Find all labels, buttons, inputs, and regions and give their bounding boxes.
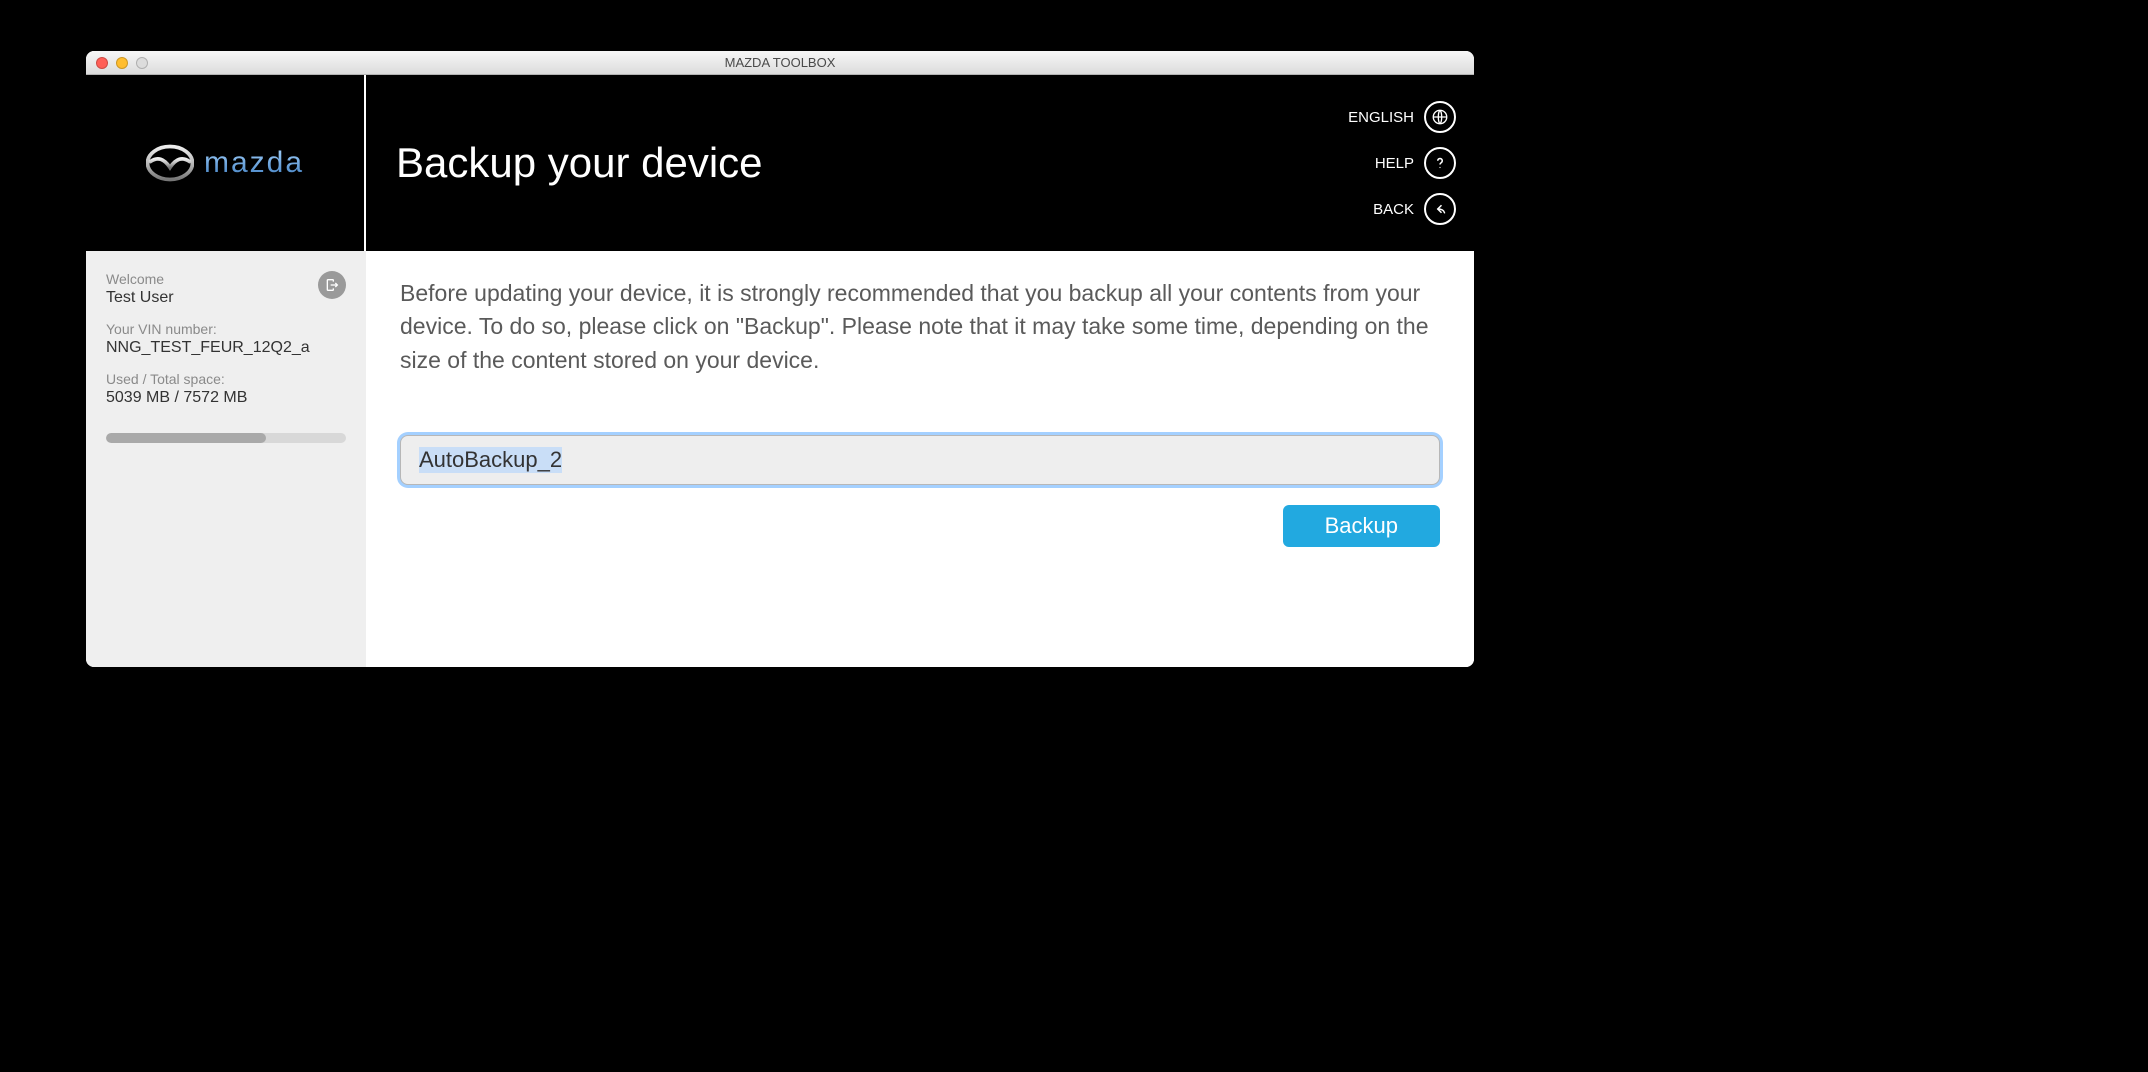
question-icon xyxy=(1424,147,1456,179)
traffic-lights xyxy=(86,57,148,69)
help-label: HELP xyxy=(1375,155,1414,172)
help-link[interactable]: HELP xyxy=(1294,147,1456,179)
main-content: Before updating your device, it is stron… xyxy=(366,251,1474,667)
page-title: Backup your device xyxy=(396,139,763,187)
window-minimize-button[interactable] xyxy=(116,57,128,69)
welcome-label: Welcome xyxy=(106,271,346,287)
window-close-button[interactable] xyxy=(96,57,108,69)
actions-row: Backup xyxy=(400,505,1440,547)
backup-button[interactable]: Backup xyxy=(1283,505,1440,547)
storage-progress-fill xyxy=(106,433,266,443)
language-link[interactable]: ENGLISH xyxy=(1294,101,1456,133)
logout-icon xyxy=(324,277,340,293)
header-right-links: ENGLISH HELP xyxy=(1294,75,1474,251)
app-header: mazda Backup your device ENGLISH HELP xyxy=(86,75,1474,251)
sidebar: Welcome Test User Your VIN number: NNG_T… xyxy=(86,251,366,667)
back-arrow-icon xyxy=(1424,193,1456,225)
header-logo-area: mazda xyxy=(86,75,366,251)
storage-progress xyxy=(106,433,346,443)
app-body: Welcome Test User Your VIN number: NNG_T… xyxy=(86,251,1474,667)
back-label: BACK xyxy=(1373,201,1414,218)
mazda-emblem-icon xyxy=(146,139,194,187)
space-label: Used / Total space: xyxy=(106,371,346,387)
header-center: Backup your device xyxy=(366,75,1294,251)
backup-description: Before updating your device, it is stron… xyxy=(400,277,1440,377)
mazda-logo: mazda xyxy=(146,139,304,187)
backup-name-input[interactable] xyxy=(400,435,1440,485)
back-link[interactable]: BACK xyxy=(1294,193,1456,225)
mazda-logo-text: mazda xyxy=(204,146,304,180)
vin-value: NNG_TEST_FEUR_12Q2_a xyxy=(106,339,346,357)
vin-label: Your VIN number: xyxy=(106,321,346,337)
user-name: Test User xyxy=(106,289,346,307)
titlebar: MAZDA TOOLBOX xyxy=(86,51,1474,75)
logout-button[interactable] xyxy=(318,271,346,299)
app-window: MAZDA TOOLBOX mazda xyxy=(86,51,1474,667)
space-value: 5039 MB / 7572 MB xyxy=(106,389,346,407)
language-label: ENGLISH xyxy=(1348,109,1414,126)
globe-icon xyxy=(1424,101,1456,133)
window-maximize-button[interactable] xyxy=(136,57,148,69)
window-title: MAZDA TOOLBOX xyxy=(86,55,1474,70)
